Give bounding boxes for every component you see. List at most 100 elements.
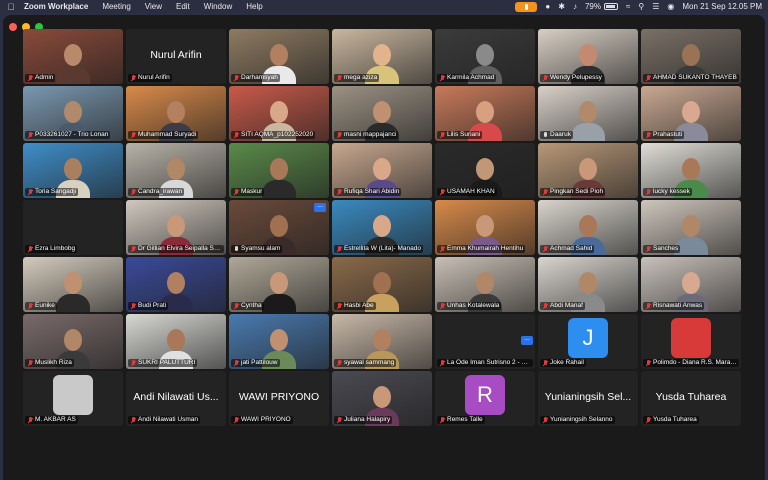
participant-head <box>476 158 494 180</box>
participant-tile[interactable]: Sanches <box>641 200 741 255</box>
participant-name-label: Remes Talle <box>437 416 485 424</box>
participant-tile[interactable]: J Joke Rahail <box>538 314 638 369</box>
menu-meeting[interactable]: Meeting <box>102 2 130 11</box>
participant-name-label: Eunike <box>25 302 57 310</box>
participant-name-label: Muslikh Riza <box>25 359 74 367</box>
bluetooth-icon[interactable]: ✱ <box>558 2 565 11</box>
participant-tile[interactable]: P033261027 - Trio Lonan <box>23 86 123 141</box>
participant-tile[interactable]: WAWI PRIYONO WAWI PRIYONO <box>229 371 329 426</box>
participant-tile[interactable]: USAMAH KHAN <box>435 143 535 198</box>
participant-name-label: Candra_irawan <box>128 188 185 196</box>
participant-head <box>579 101 597 123</box>
participant-tile[interactable]: Yusda Tuharea Yusda Tuharea <box>641 371 741 426</box>
menu-help[interactable]: Help <box>246 2 262 11</box>
volume-icon[interactable]: ♪ <box>573 2 577 11</box>
participant-tile[interactable]: Eunike <box>23 257 123 312</box>
participant-tile[interactable]: Juliana Halapiry <box>332 371 432 426</box>
mic-muted-icon <box>336 359 342 367</box>
participant-tile[interactable]: Muslikh Riza <box>23 314 123 369</box>
participant-tile[interactable]: Lilis Suriani <box>435 86 535 141</box>
participant-tile[interactable]: SITI AQMA_p102252020 <box>229 86 329 141</box>
participant-name-label: jati Pattilouw <box>231 359 280 367</box>
menu-clock[interactable]: Mon 21 Sep 12.05 PM <box>682 2 762 11</box>
participant-head <box>373 44 391 66</box>
participant-tile[interactable]: Estrellita W (Lita)- Manado <box>332 200 432 255</box>
menu-app-name[interactable]: Zoom Workplace <box>24 2 88 11</box>
wifi-icon[interactable]: ≈ <box>626 2 630 11</box>
participant-tile[interactable]: Achmad Sahid <box>538 200 638 255</box>
participant-name-label: Abdi Manaf <box>540 302 585 310</box>
participant-tile[interactable]: jati Pattilouw <box>229 314 329 369</box>
participant-tile[interactable]: M. AKBAR AS <box>23 371 123 426</box>
participant-tile[interactable]: Pingkan Sedi Pioh <box>538 143 638 198</box>
mic-muted-icon <box>439 359 445 367</box>
participant-tile[interactable]: Andi Nilawati Us... Andi Nilawati Usman <box>126 371 226 426</box>
participant-tile[interactable]: Toria Sangadji <box>23 143 123 198</box>
mic-muted-icon <box>130 245 136 253</box>
participant-head <box>682 101 700 123</box>
participant-tile[interactable]: Budi Prati <box>126 257 226 312</box>
participant-tile[interactable]: Daaruk <box>538 86 638 141</box>
participant-head <box>579 44 597 66</box>
participant-tile[interactable]: Nurul Arifin Nurul Arifin <box>126 29 226 84</box>
participant-tile[interactable]: AHMAD SUKANTO THAYEB <box>641 29 741 84</box>
participant-tile[interactable]: Maskur <box>229 143 329 198</box>
participant-tile[interactable]: Ezra Limbobg <box>23 200 123 255</box>
battery-indicator[interactable]: 79% <box>585 2 618 11</box>
mic-muted-icon <box>439 416 445 424</box>
more-options-icon[interactable]: ... <box>521 335 533 345</box>
participant-tile[interactable]: R Remes Talle <box>435 371 535 426</box>
mic-muted-icon <box>130 131 136 139</box>
participant-tile[interactable]: Admin <box>23 29 123 84</box>
participant-tile[interactable]: ... La Ode Iman Sutrisno 2 - S... <box>435 314 535 369</box>
participant-tile[interactable]: Polimdo - Diana R.S. Maram... <box>641 314 741 369</box>
control-center-icon[interactable]: ☰ <box>652 2 659 11</box>
close-window-button[interactable] <box>9 23 17 31</box>
participant-tile[interactable]: Wendy Pelupessy <box>538 29 638 84</box>
participant-tile[interactable]: Emma Khumairah Hentihu <box>435 200 535 255</box>
menu-window[interactable]: Window <box>204 2 232 11</box>
participant-tile[interactable]: ... Syamsu alam <box>229 200 329 255</box>
participant-tile[interactable]: Muhammad Suryadi <box>126 86 226 141</box>
participant-head <box>579 272 597 294</box>
participant-tile[interactable]: Abdi Manaf <box>538 257 638 312</box>
participant-tile[interactable]: Yunianingsih Sel... Yunianingsih Selanno <box>538 371 638 426</box>
participant-name-label: Budi Prati <box>128 302 169 310</box>
participant-tile[interactable]: Darhamsyah <box>229 29 329 84</box>
participant-head <box>167 158 185 180</box>
participant-tile[interactable]: SUKRI PALUTTURI <box>126 314 226 369</box>
apple-icon[interactable]:  <box>6 2 16 12</box>
mic-muted-icon <box>439 245 445 253</box>
mic-muted-icon <box>542 359 548 367</box>
participant-tile[interactable]: mega aziza <box>332 29 432 84</box>
zoom-status-icon[interactable]: ● <box>545 2 550 11</box>
siri-icon[interactable]: ◉ <box>667 2 674 11</box>
participant-head <box>476 215 494 237</box>
participant-tile[interactable]: syawal sammang <box>332 314 432 369</box>
participant-tile[interactable]: Rufiqa Shari Abidin <box>332 143 432 198</box>
participant-name: Karmila Achmad <box>447 74 495 81</box>
mic-in-use-icon[interactable] <box>515 1 538 12</box>
participant-tile[interactable]: Unhas Kotalewala <box>435 257 535 312</box>
participant-name: USAMAH KHAN <box>447 188 495 195</box>
participant-tile[interactable]: lucky kessek <box>641 143 741 198</box>
participant-head <box>682 215 700 237</box>
participant-tile[interactable]: masni mappajanci <box>332 86 432 141</box>
participant-tile[interactable]: Hasbi Abe <box>332 257 432 312</box>
participant-tile[interactable]: Candra_irawan <box>126 143 226 198</box>
mic-muted-icon <box>645 416 651 424</box>
participant-tile[interactable]: Cyntha <box>229 257 329 312</box>
participant-tile[interactable]: Karmila Achmad <box>435 29 535 84</box>
participant-name: Remes Talle <box>447 416 483 423</box>
participant-tile[interactable]: Risnawati Anwas <box>641 257 741 312</box>
participant-tile[interactable]: Prahastuti <box>641 86 741 141</box>
more-options-icon[interactable]: ... <box>314 202 326 212</box>
menu-edit[interactable]: Edit <box>176 2 190 11</box>
participant-name-label: Yunianingsih Selanno <box>540 416 615 424</box>
participant-head <box>167 272 185 294</box>
search-icon[interactable]: ⚲ <box>638 2 644 11</box>
mic-muted-icon <box>439 302 445 310</box>
participant-tile[interactable]: Dr Gillian Elvira Seipalla Sp... <box>126 200 226 255</box>
participant-name-label: mega aziza <box>334 74 380 82</box>
menu-view[interactable]: View <box>145 2 162 11</box>
